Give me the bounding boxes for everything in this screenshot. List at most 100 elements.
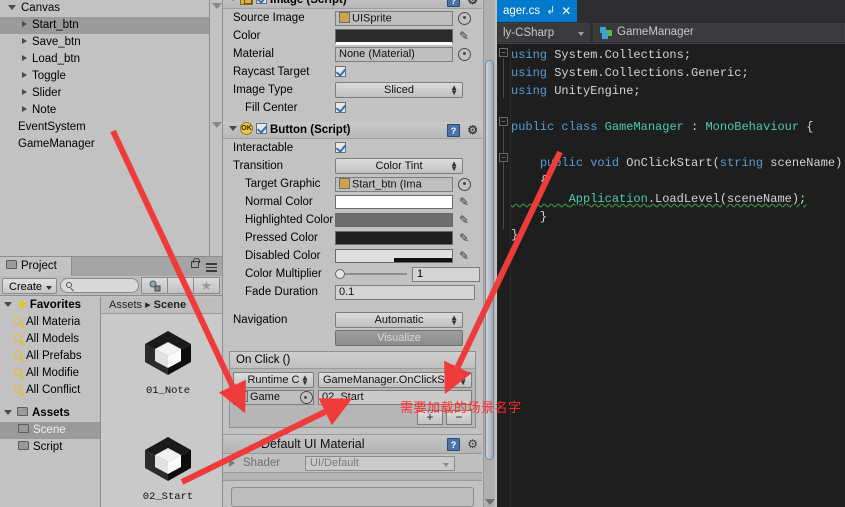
favorite-item[interactable]: All Conflict — [0, 382, 100, 399]
interactable-checkbox[interactable] — [335, 141, 346, 153]
visualize-row[interactable]: Visualize — [223, 329, 482, 347]
target-graphic-picker-icon[interactable] — [458, 177, 471, 191]
hierarchy-panel[interactable]: Canvas Start_btn Save_btn Load_btn Toggle Sli… — [0, 0, 222, 256]
hierarchy-item-slider[interactable]: Slider — [0, 85, 222, 102]
close-icon[interactable]: ✕ — [561, 0, 571, 22]
help-icon[interactable]: ? — [447, 0, 460, 7]
favorite-item[interactable]: All Models — [0, 331, 100, 348]
color-multiplier-value[interactable]: 1 — [412, 266, 480, 282]
project-toolbar[interactable]: Create ★ — [0, 276, 222, 296]
foldout-icon[interactable] — [229, 126, 237, 132]
project-tab[interactable]: Project — [0, 257, 72, 276]
inspector-panel[interactable]: Image (Script) ? ⚙ Source Image UISprite… — [222, 0, 496, 507]
color-swatch[interactable] — [335, 231, 453, 245]
button-enabled-checkbox[interactable] — [256, 123, 267, 135]
navigation-row[interactable]: Navigation Automatic ▲ ▼ — [223, 311, 482, 329]
button-color-row[interactable]: Highlighted Color ✎ — [223, 211, 482, 229]
color-swatch[interactable] — [335, 249, 453, 263]
favorite-item[interactable]: All Prefabs — [0, 348, 100, 365]
chevron-right-icon[interactable] — [22, 106, 27, 113]
lock-icon[interactable] — [191, 258, 200, 268]
fade-duration-value[interactable]: 0.1 — [335, 284, 475, 300]
project-asset-grid[interactable]: Assets ▸ Scene 01_Note 02_Start — [100, 297, 222, 507]
button-color-row[interactable]: Normal Color ✎ — [223, 193, 482, 211]
filter-by-type-button[interactable] — [141, 277, 168, 294]
eyedropper-icon[interactable]: ✎ — [459, 29, 469, 43]
filter-by-label-button[interactable] — [167, 277, 194, 294]
fold-class-icon[interactable]: − — [499, 117, 508, 126]
source-image-row[interactable]: Source Image UISprite — [223, 9, 482, 27]
project-tree[interactable]: ★ Favorites All Materia All Models All Pref… — [0, 297, 100, 507]
project-panel[interactable]: Project Create ★ ★ Favorites All Materia A… — [0, 256, 222, 507]
fold-usings-icon[interactable]: − — [499, 48, 508, 57]
transition-row[interactable]: Transition Color Tint ▲ ▼ — [223, 157, 482, 175]
color-multiplier-row[interactable]: Color Multiplier 1 — [223, 265, 482, 283]
hierarchy-item-gamemanager[interactable]: GameManager — [0, 136, 222, 153]
gear-icon[interactable]: ⚙ — [467, 0, 478, 7]
object-picker-icon[interactable] — [299, 391, 313, 404]
visualize-button[interactable]: Visualize — [335, 330, 463, 346]
hierarchy-item-toggle[interactable]: Toggle — [0, 68, 222, 85]
material-row[interactable]: Material None (Material) — [223, 45, 482, 63]
favorite-filter-button[interactable]: ★ — [193, 277, 220, 294]
button-color-row[interactable]: Pressed Color ✎ — [223, 229, 482, 247]
help-icon[interactable]: ? — [447, 124, 460, 137]
runtime-mode-dropdown[interactable]: Runtime C ▲ ▼ — [233, 372, 314, 388]
chevron-right-icon[interactable] — [22, 55, 27, 62]
shader-dropdown[interactable]: UI/Default — [305, 455, 455, 471]
editor-gutter[interactable]: − − − — [497, 44, 511, 507]
chevron-right-icon[interactable] — [22, 89, 27, 96]
button-color-row[interactable]: Disabled Color ✎ — [223, 247, 482, 265]
hierarchy-item-eventsystem[interactable]: EventSystem — [0, 119, 222, 136]
transition-dropdown[interactable]: Color Tint ▲ ▼ — [335, 158, 463, 174]
favorites-header[interactable]: ★ Favorites — [0, 297, 100, 314]
raycast-target-row[interactable]: Raycast Target — [223, 63, 482, 81]
assets-header[interactable]: Assets — [0, 405, 100, 422]
method-dropdown[interactable]: GameManager.OnClickStar ▲ ▼ — [317, 372, 472, 388]
scroll-down-icon[interactable] — [485, 499, 495, 505]
source-image-picker-icon[interactable] — [458, 11, 471, 25]
chevron-right-icon[interactable] — [22, 72, 27, 79]
fill-center-checkbox[interactable] — [335, 101, 346, 113]
button-component-header[interactable]: OK Button (Script) ? ⚙ — [223, 122, 482, 139]
eyedropper-icon[interactable]: ✎ — [459, 249, 469, 263]
material-properties-box[interactable] — [231, 487, 474, 507]
material-header[interactable]: Default UI Material ? ⚙ — [223, 434, 482, 454]
pin-icon[interactable]: ↲ — [546, 0, 555, 22]
source-image-field[interactable]: UISprite — [335, 10, 453, 26]
image-component-header[interactable]: Image (Script) ? ⚙ — [223, 0, 482, 9]
favorite-item[interactable]: All Materia — [0, 314, 100, 331]
hierarchy-item-save_btn[interactable]: Save_btn — [0, 34, 222, 51]
chevron-right-icon[interactable] — [22, 38, 27, 45]
color-swatch[interactable] — [335, 213, 453, 227]
raycast-target-checkbox[interactable] — [335, 65, 346, 77]
fill-center-row[interactable]: Fill Center — [223, 99, 482, 117]
gear-icon[interactable]: ⚙ — [467, 438, 478, 451]
color-row[interactable]: Color ✎ — [223, 27, 482, 45]
breadcrumb[interactable]: Assets ▸ Scene — [101, 297, 222, 314]
project-folder-scene[interactable]: Scene — [0, 422, 100, 439]
color-multiplier-slider[interactable] — [335, 269, 407, 279]
hierarchy-item-load_btn[interactable]: Load_btn — [0, 51, 222, 68]
hierarchy-item-note[interactable]: Note — [0, 102, 222, 119]
class-dropdown[interactable]: GameManager — [593, 23, 845, 42]
asset-item[interactable]: 01_Note — [123, 325, 213, 397]
image-type-row[interactable]: Image Type Sliced ▲ ▼ — [223, 81, 482, 99]
chevron-down-icon[interactable] — [8, 4, 16, 10]
color-swatch[interactable] — [335, 195, 453, 209]
target-graphic-field[interactable]: Start_btn (Ima — [335, 176, 453, 192]
inspector-scroll-down-icon[interactable] — [212, 122, 222, 128]
assembly-dropdown[interactable]: ly-CSharp — [498, 23, 590, 42]
create-button[interactable]: Create — [2, 277, 58, 294]
hierarchy-scroll-down-icon[interactable] — [212, 3, 222, 9]
chevron-right-icon[interactable] — [22, 21, 27, 28]
help-icon[interactable]: ? — [447, 438, 460, 451]
favorite-item[interactable]: All Modifie — [0, 365, 100, 382]
editor-navbar[interactable]: ly-CSharp GameManager — [497, 22, 845, 44]
image-type-dropdown[interactable]: Sliced ▲ ▼ — [335, 82, 463, 98]
breadcrumb-root[interactable]: Assets — [109, 299, 142, 311]
hierarchy-item-canvas[interactable]: Canvas — [0, 0, 222, 17]
hierarchy-item-start_btn[interactable]: Start_btn — [0, 17, 222, 34]
fade-duration-row[interactable]: Fade Duration 0.1 — [223, 283, 482, 301]
asset-item[interactable]: 02_Start — [123, 431, 213, 503]
